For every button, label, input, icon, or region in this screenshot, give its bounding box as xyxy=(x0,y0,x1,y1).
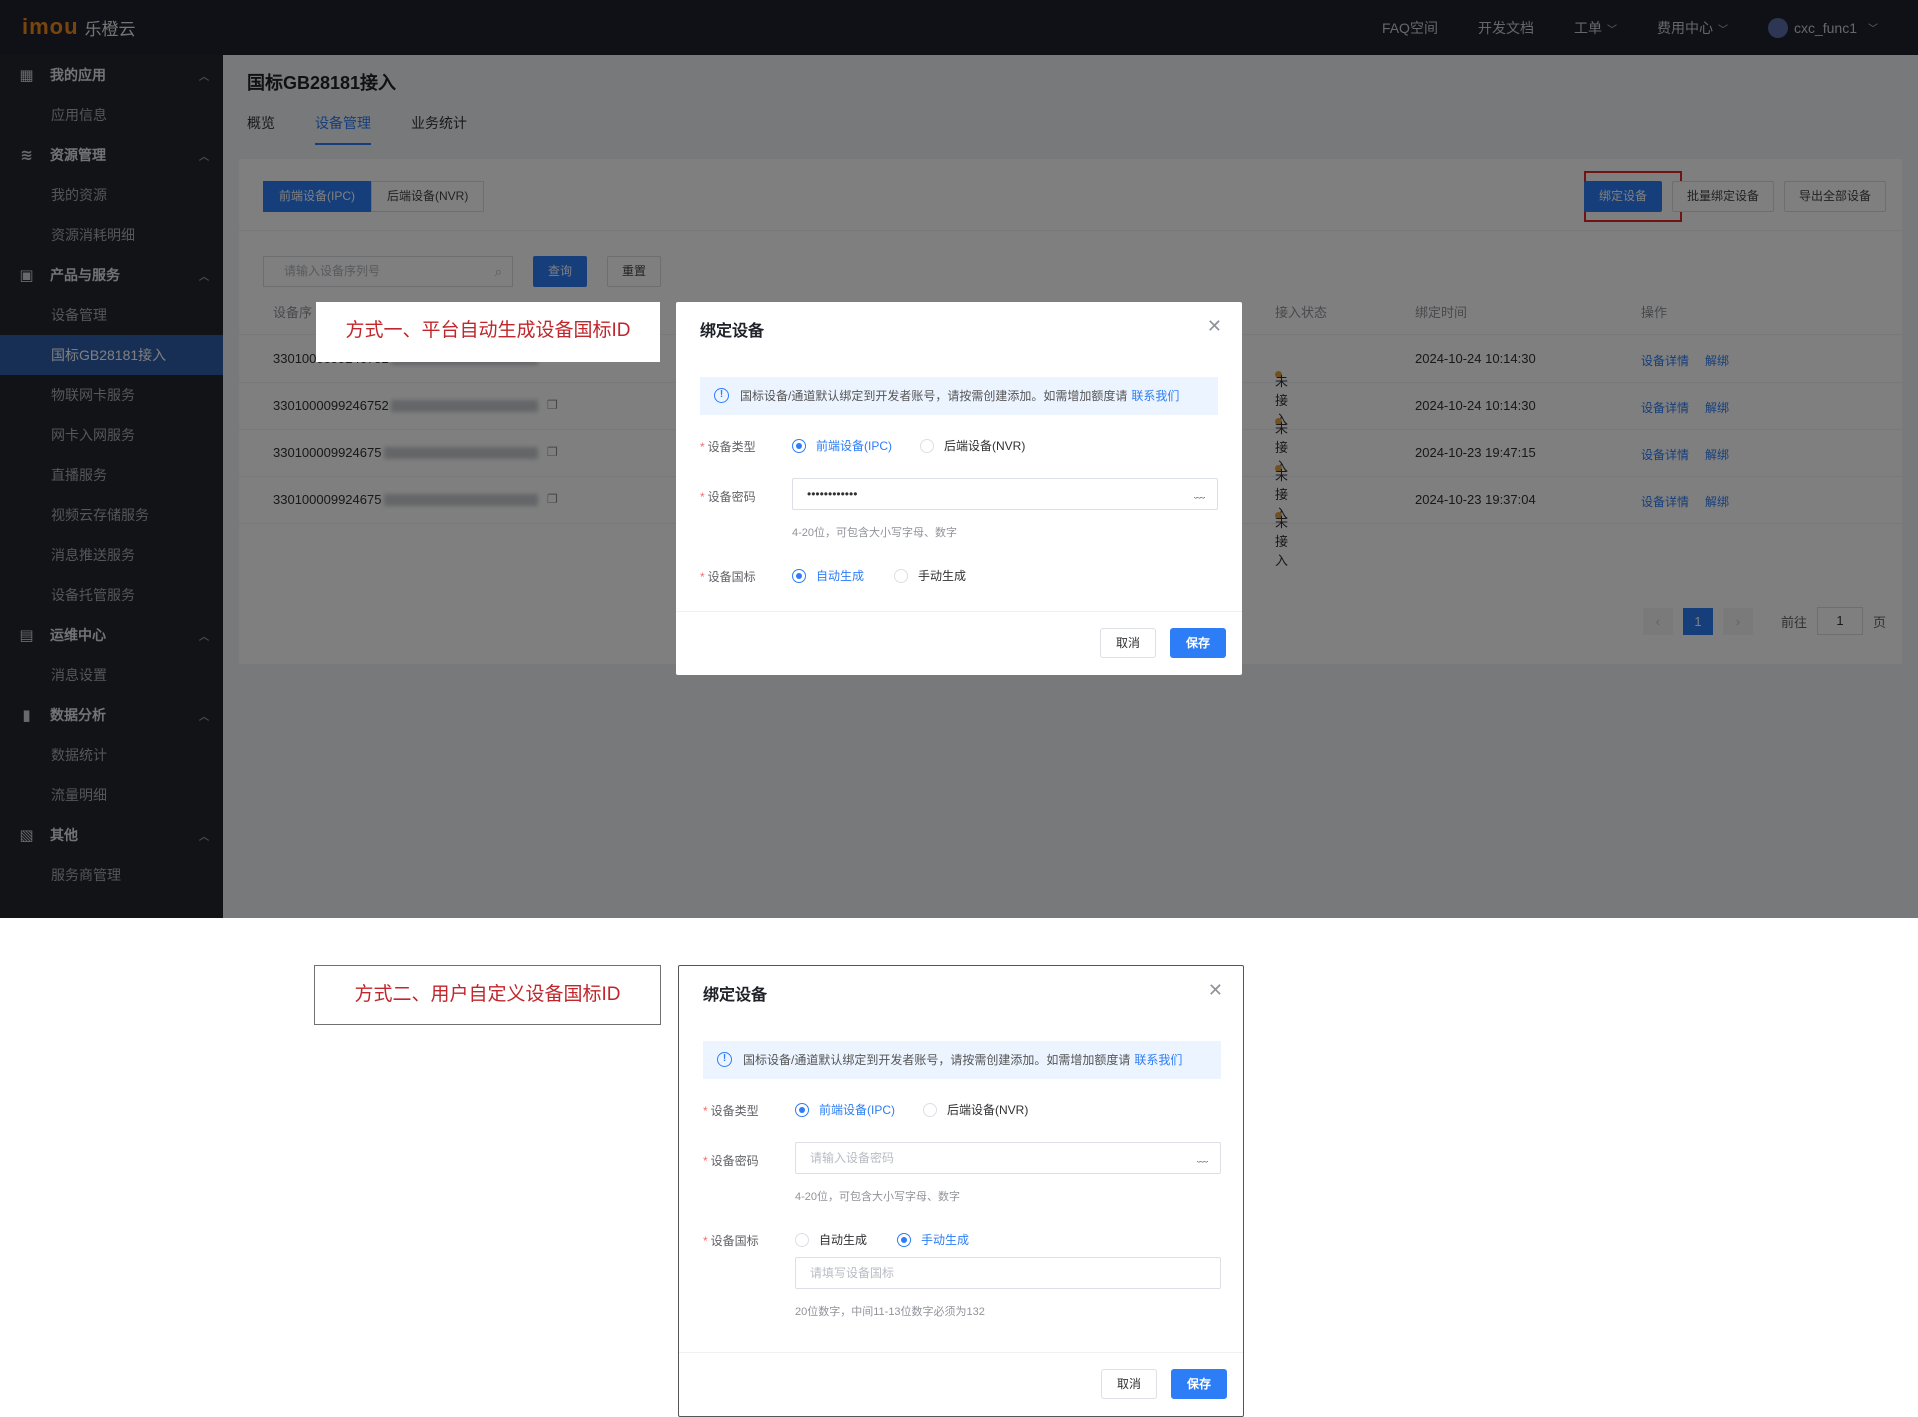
radio-nvr-label: 后端设备(NVR) xyxy=(944,439,1026,453)
label-device-type: * 设备类型 xyxy=(700,440,756,454)
gb-id-hint: 20位数字，中间11-13位数字必须为132 xyxy=(795,1306,985,1318)
info-tip: ! 国标设备/通道默认绑定到开发者账号，请按需创建添加。如需增加额度请 联系我们 xyxy=(703,1041,1221,1079)
radio-gb-manual-label: 手动生成 xyxy=(921,1233,970,1247)
bind-device-modal-auto: 绑定设备 ✕ ! 国标设备/通道默认绑定到开发者账号，请按需创建添加。如需增加额… xyxy=(676,302,1242,675)
radio-nvr[interactable]: 后端设备(NVR) xyxy=(920,437,1025,454)
eye-closed-icon[interactable]: ﹏ xyxy=(1194,479,1205,509)
modal-title: 绑定设备 xyxy=(703,987,768,1004)
label-password-text: 设备密码 xyxy=(707,490,756,504)
radio-ipc-label: 前端设备(IPC) xyxy=(816,439,892,453)
close-icon[interactable]: ✕ xyxy=(1207,316,1222,337)
label-password: * 设备密码 xyxy=(703,1154,759,1168)
label-password: * 设备密码 xyxy=(700,490,756,504)
info-tip: ! 国标设备/通道默认绑定到开发者账号，请按需创建添加。如需增加额度请 联系我们 xyxy=(700,377,1218,415)
contact-us-link[interactable]: 联系我们 xyxy=(1134,1053,1182,1067)
cancel-button[interactable]: 取消 xyxy=(1101,1369,1157,1399)
password-placeholder: 请输入设备密码 xyxy=(810,1151,895,1165)
modal-footer: 取消 保存 xyxy=(676,611,1242,675)
label-password-text: 设备密码 xyxy=(710,1154,759,1168)
radio-gb-manual[interactable]: 手动生成 xyxy=(894,567,966,584)
save-button[interactable]: 保存 xyxy=(1171,1369,1227,1399)
close-icon[interactable]: ✕ xyxy=(1208,980,1223,1001)
contact-us-link[interactable]: 联系我们 xyxy=(1131,389,1179,403)
label-device-type-text: 设备类型 xyxy=(710,1104,759,1118)
save-button[interactable]: 保存 xyxy=(1170,628,1226,658)
tip-text: 国标设备/通道默认绑定到开发者账号，请按需创建添加。如需增加额度请 xyxy=(740,389,1128,403)
password-hint: 4-20位，可包含大小写字母、数字 xyxy=(795,1191,961,1203)
radio-nvr[interactable]: 后端设备(NVR) xyxy=(923,1101,1028,1118)
gb-id-placeholder: 请填写设备国标 xyxy=(810,1266,895,1280)
callout-method-manual: 方式二、用户自定义设备国标ID xyxy=(314,965,661,1025)
password-value: •••••••••••• xyxy=(807,487,858,501)
tip-text: 国标设备/通道默认绑定到开发者账号，请按需创建添加。如需增加额度请 xyxy=(743,1053,1131,1067)
password-input[interactable]: 请输入设备密码 ﹏ xyxy=(795,1142,1221,1174)
info-icon: ! xyxy=(714,388,729,403)
radio-ipc[interactable]: 前端设备(IPC) xyxy=(792,437,892,454)
radio-ipc-label: 前端设备(IPC) xyxy=(819,1103,895,1117)
modal-title: 绑定设备 xyxy=(700,323,765,340)
radio-gb-auto-label: 自动生成 xyxy=(819,1233,868,1247)
label-device-type-text: 设备类型 xyxy=(707,440,756,454)
label-device-type: * 设备类型 xyxy=(703,1104,759,1118)
eye-closed-icon[interactable]: ﹏ xyxy=(1197,1143,1208,1173)
callout-method-auto: 方式一、平台自动生成设备国标ID xyxy=(316,302,660,362)
label-gb: * 设备国标 xyxy=(703,1234,759,1248)
radio-ipc[interactable]: 前端设备(IPC) xyxy=(795,1101,895,1118)
radio-gb-auto[interactable]: 自动生成 xyxy=(792,567,864,584)
stage: imou 乐橙云 FAQ空间 开发文档 工单﹀ 费用中心﹀ cxc_func1 … xyxy=(0,0,1918,1417)
label-gb: * 设备国标 xyxy=(700,570,756,584)
radio-nvr-label: 后端设备(NVR) xyxy=(947,1103,1029,1117)
radio-gb-manual[interactable]: 手动生成 xyxy=(897,1231,969,1248)
radio-gb-manual-label: 手动生成 xyxy=(918,569,967,583)
modal-footer: 取消 保存 xyxy=(679,1352,1243,1416)
password-input[interactable]: •••••••••••• ﹏ xyxy=(792,478,1218,510)
label-gb-text: 设备国标 xyxy=(710,1234,759,1248)
radio-gb-auto[interactable]: 自动生成 xyxy=(795,1231,867,1248)
radio-gb-auto-label: 自动生成 xyxy=(816,569,865,583)
label-gb-text: 设备国标 xyxy=(707,570,756,584)
cancel-button[interactable]: 取消 xyxy=(1100,628,1156,658)
bind-device-modal-manual: 绑定设备 ✕ ! 国标设备/通道默认绑定到开发者账号，请按需创建添加。如需增加额… xyxy=(678,965,1244,1417)
gb-id-input[interactable]: 请填写设备国标 xyxy=(795,1257,1221,1289)
password-hint: 4-20位，可包含大小写字母、数字 xyxy=(792,527,958,539)
info-icon: ! xyxy=(717,1052,732,1067)
